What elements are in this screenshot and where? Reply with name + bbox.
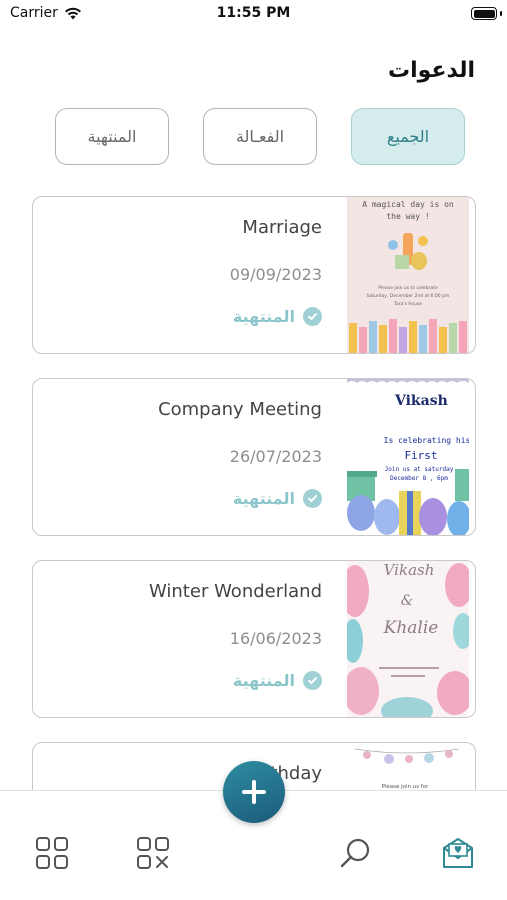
battery-cap <box>500 11 502 16</box>
grid-x-icon[interactable] <box>136 836 170 870</box>
battery-icon <box>471 7 497 20</box>
invitation-date: 26/07/2023 <box>229 447 322 466</box>
thumb-line-1: Vikash <box>394 393 448 409</box>
status-text: المنتهية <box>232 671 295 690</box>
invitation-date: 16/06/2023 <box>229 629 322 648</box>
invitation-date: 09/09/2023 <box>229 265 322 284</box>
status-bar: Carrier 11:55 PM <box>0 0 507 30</box>
tab-active[interactable]: الفعـالة <box>203 108 317 165</box>
status-text: المنتهية <box>232 489 295 508</box>
invitation-status: المنتهية <box>233 307 322 326</box>
invitation-title: Winter Wonderland <box>149 581 322 602</box>
invitation-card[interactable]: Company Meeting 26/07/2023 المنتهية Vika… <box>32 378 476 536</box>
plus-icon <box>242 780 266 804</box>
check-circle-icon <box>303 489 322 508</box>
thumb-line-5: Tara's house <box>393 301 422 307</box>
check-circle-icon <box>303 671 322 690</box>
thumb-line-5: December 8 , 6pm <box>390 475 448 482</box>
invitation-status: المنتهية <box>233 671 322 690</box>
tab-all[interactable]: الجميع <box>351 108 465 165</box>
thumb-line-3: First <box>404 449 437 462</box>
invitation-card[interactable]: Marriage 09/09/2023 المنتهية A magical d… <box>32 196 476 354</box>
thumb-line-1: A magical day is on <box>362 200 454 209</box>
thumb-line-4: Join us at saturday <box>385 466 454 473</box>
grid-icon[interactable] <box>35 836 69 870</box>
page-title: الدعوات <box>388 58 475 83</box>
invitation-title: Company Meeting <box>158 399 322 420</box>
thumb-line-2: & <box>401 593 413 609</box>
add-invitation-button[interactable] <box>223 761 285 823</box>
invitation-title: Marriage <box>242 217 322 238</box>
thumb-line-1: Vikash <box>384 561 435 579</box>
thumb-line-3: Khalie <box>383 618 439 638</box>
thumb-line-3: Please join us to celebrate <box>378 285 438 291</box>
thumb-line-2: Is celebrating his <box>384 436 469 445</box>
check-circle-icon <box>303 307 322 326</box>
thumb-line-4: Saturday, December 2nd at 6:00 pm <box>367 293 450 299</box>
tab-ended[interactable]: المنتهية <box>55 108 169 165</box>
invitation-thumbnail: A magical day is on the way ! Please joi… <box>347 197 469 353</box>
invitation-thumbnail: Vikash & Khalie <box>347 561 469 717</box>
invitation-thumbnail: Vikash Is celebrating his First Join us … <box>347 379 469 535</box>
thumb-line-2: the way ! <box>386 212 429 221</box>
search-icon[interactable] <box>339 836 373 870</box>
status-text: المنتهية <box>232 307 295 326</box>
invitations-icon[interactable] <box>441 836 475 870</box>
clock: 11:55 PM <box>216 5 291 21</box>
invitation-card[interactable]: Winter Wonderland 16/06/2023 المنتهية Vi… <box>32 560 476 718</box>
invitation-status: المنتهية <box>233 489 322 508</box>
